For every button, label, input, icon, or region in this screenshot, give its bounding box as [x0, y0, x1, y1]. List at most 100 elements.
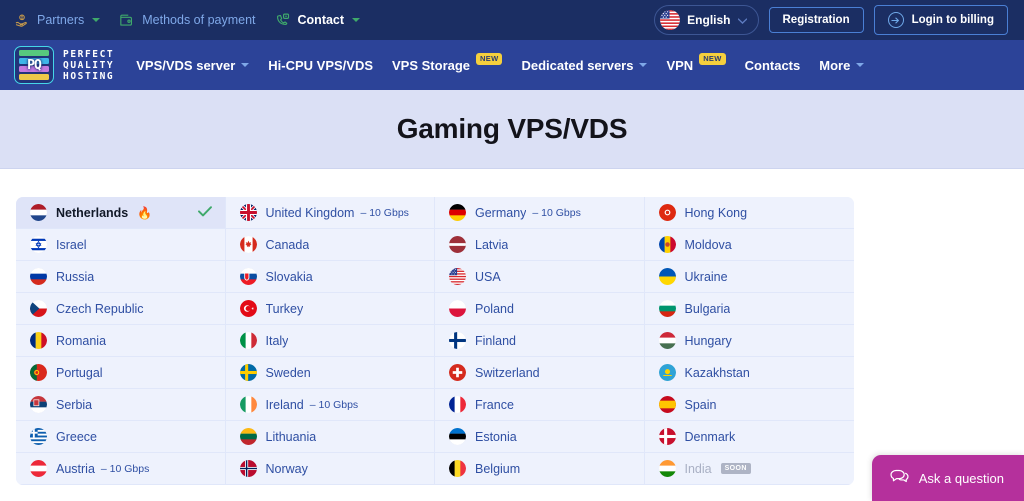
chevron-down-icon [352, 18, 361, 22]
page-title: Gaming VPS/VDS [396, 113, 628, 144]
country-cell-latvia[interactable]: Latvia [435, 229, 645, 261]
country-cell-canada[interactable]: Canada [225, 229, 435, 261]
nav-item-more[interactable]: More [819, 57, 865, 73]
nav-item-vps-vds-server[interactable]: VPS/VDS server [136, 57, 250, 73]
country-cell-estonia[interactable]: Estonia [435, 421, 645, 453]
country-cell-netherlands[interactable]: Netherlands 🔥 [16, 197, 226, 229]
nav-item-label: More [819, 57, 851, 73]
ro-flag-icon [30, 332, 47, 349]
top-link-methods-of-payment[interactable]: Methods of payment [118, 12, 256, 29]
country-cell-italy[interactable]: Italy [225, 325, 435, 357]
il-flag-icon [30, 236, 47, 253]
country-name: Canada [265, 237, 310, 252]
country-cell-turkey[interactable]: Turkey [225, 293, 435, 325]
gr-flag-icon [30, 428, 47, 445]
country-cell-czech-republic[interactable]: Czech Republic [16, 293, 226, 325]
country-location-grid: Netherlands 🔥 United Kingdom – 10 Gbps Germ… [16, 197, 854, 485]
country-cell-hong-kong[interactable]: Hong Kong [644, 197, 854, 229]
country-cell-united-kingdom[interactable]: United Kingdom – 10 Gbps [225, 197, 435, 229]
country-cell-moldova[interactable]: Moldova [644, 229, 854, 261]
top-link-partners[interactable]: Partners [14, 12, 101, 28]
country-name: Serbia [56, 397, 93, 412]
hk-flag-icon [658, 204, 676, 221]
chevron-down-icon [241, 63, 250, 67]
nav-item-hi-cpu-vps-vds[interactable]: Hi-CPU VPS/VDS [268, 58, 373, 73]
country-cell-portugal[interactable]: Portugal [16, 357, 226, 389]
nav-item-vps-storage[interactable]: VPS Storage NEW [392, 53, 503, 73]
country-cell-india: India SOON [644, 453, 854, 485]
brand-line-1: PERFECT [63, 48, 115, 60]
country-cell-slovakia[interactable]: Slovakia [225, 261, 435, 293]
cz-flag-icon [30, 300, 47, 317]
country-cell-israel[interactable]: Israel [16, 229, 226, 261]
country-name: Sweden [265, 365, 311, 380]
bg-flag-icon [658, 300, 676, 317]
nav-item-contacts[interactable]: Contacts [745, 58, 801, 73]
selected-check-icon [197, 205, 212, 220]
country-name: India [684, 461, 712, 476]
language-selector[interactable]: English [654, 5, 759, 35]
nav-item-vpn[interactable]: VPN NEW [666, 53, 726, 73]
country-cell-norway[interactable]: Norway [225, 453, 435, 485]
country-cell-kazakhstan[interactable]: Kazakhstan [644, 357, 854, 389]
server-rack-logo-icon: PQ [14, 46, 54, 84]
ask-a-question-chat-button[interactable]: Ask a question [871, 455, 1024, 501]
country-cell-russia[interactable]: Russia [16, 261, 226, 293]
country-cell-lithuania[interactable]: Lithuania [225, 421, 435, 453]
country-cell-romania[interactable]: Romania [16, 325, 226, 357]
country-cell-germany[interactable]: Germany – 10 Gbps [435, 197, 645, 229]
country-speed-label: – 10 Gbps [100, 462, 150, 475]
country-cell-austria[interactable]: Austria – 10 Gbps [16, 453, 226, 485]
new-badge: NEW [699, 53, 726, 65]
pt-flag-icon [30, 364, 47, 381]
language-label: English [687, 13, 731, 27]
country-cell-greece[interactable]: Greece [16, 421, 226, 453]
country-cell-belgium[interactable]: Belgium [435, 453, 645, 485]
country-speed-label: – 10 Gbps [360, 206, 409, 219]
gb-flag-icon [239, 204, 257, 221]
in-flag-icon [658, 460, 676, 477]
country-name: Lithuania [265, 429, 317, 444]
country-name: Kazakhstan [684, 365, 750, 380]
wallet-icon [118, 12, 135, 29]
rs-flag-icon [30, 396, 47, 413]
country-name: Italy [265, 333, 289, 348]
country-cell-finland[interactable]: Finland [435, 325, 645, 357]
country-name: Romania [56, 333, 107, 348]
country-name: Moldova [684, 237, 732, 252]
country-cell-sweden[interactable]: Sweden [225, 357, 435, 389]
country-name: Russia [56, 269, 95, 284]
country-cell-ireland[interactable]: Ireland – 10 Gbps [225, 389, 435, 421]
country-cell-switzerland[interactable]: Switzerland [435, 357, 645, 389]
login-to-billing-button[interactable]: Login to billing [873, 5, 1008, 35]
country-cell-hungary[interactable]: Hungary [644, 325, 854, 357]
top-utility-links: Partners Methods of payment Contact [14, 12, 361, 29]
country-name: Netherlands [56, 205, 129, 220]
country-cell-bulgaria[interactable]: Bulgaria [644, 293, 854, 325]
country-cell-poland[interactable]: Poland [435, 293, 645, 325]
registration-label: Registration [782, 14, 850, 26]
top-link-contact[interactable]: Contact [274, 12, 361, 29]
nl-flag-icon [30, 204, 47, 221]
us-flag-icon [449, 268, 466, 285]
soon-badge: SOON [720, 463, 751, 474]
registration-button[interactable]: Registration [768, 7, 864, 33]
fi-flag-icon [449, 332, 466, 349]
fire-icon: 🔥 [137, 205, 153, 220]
country-cell-denmark[interactable]: Denmark [644, 421, 854, 453]
chevron-down-icon [856, 63, 865, 67]
ca-flag-icon [239, 236, 257, 253]
country-cell-usa[interactable]: USA [435, 261, 645, 293]
country-cell-france[interactable]: France [435, 389, 645, 421]
site-logo[interactable]: PQ PERFECT QUALITY HOSTING [14, 46, 114, 84]
nav-item-label: VPN [666, 57, 694, 73]
nav-item-dedicated-servers[interactable]: Dedicated servers [521, 58, 648, 73]
pl-flag-icon [449, 300, 466, 317]
country-name: Estonia [475, 429, 517, 444]
nav-item-label: VPS/VDS server [136, 57, 236, 73]
chevron-down-icon [639, 63, 648, 67]
country-cell-ukraine[interactable]: Ukraine [644, 261, 854, 293]
country-cell-spain[interactable]: Spain [644, 389, 854, 421]
chevron-down-icon [737, 11, 747, 29]
country-cell-serbia[interactable]: Serbia [16, 389, 226, 421]
